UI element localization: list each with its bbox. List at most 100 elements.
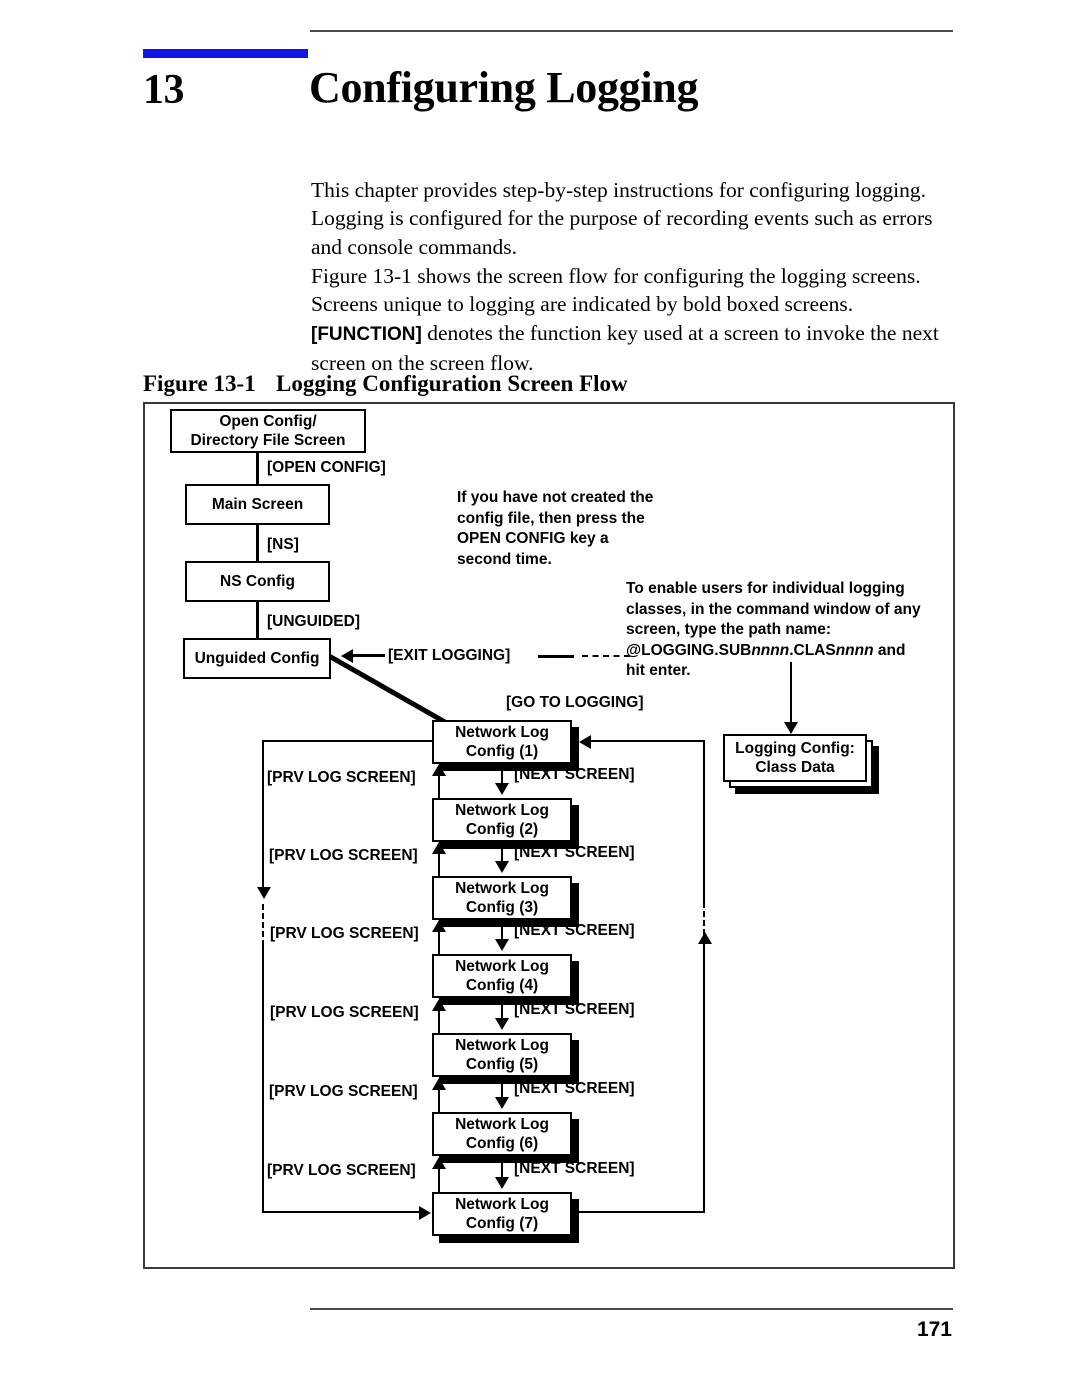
arrowhead-prv-4-3 (432, 920, 446, 932)
page-number: 171 (916, 1318, 952, 1341)
rail-left-vertical-dashed (262, 904, 264, 946)
edge-label-ns: [NS] (267, 536, 299, 553)
note2-path-mid: .CLAS (789, 641, 836, 659)
edge-label-exit-logging: [EXIT LOGGING] (388, 647, 511, 664)
box-netlog-4-subtitle: Config (4) (465, 977, 539, 994)
edge-label-prv-log-screen-3: [PRV LOG SCREEN] (270, 925, 419, 942)
edge-label-prv-log-screen-5: [PRV LOG SCREEN] (269, 1083, 418, 1100)
box-ns-config[interactable]: NS Config (185, 561, 330, 602)
note-enable-users-logging-classes: To enable users for individual logging c… (626, 579, 946, 682)
note2-line-last: hit enter. (626, 662, 691, 679)
connector-prv-3-2 (438, 853, 440, 878)
connector-prv-6-5 (438, 1089, 440, 1114)
box-logging-config-class-data[interactable]: Logging Config: Class Data (723, 734, 888, 810)
note2-path-post: and (873, 641, 906, 659)
connector-prv-5-4 (438, 1010, 440, 1035)
class-data-stack-layer-1: Logging Config: Class Data (723, 734, 867, 782)
box-class-data-line2: Class Data (755, 759, 835, 776)
edge-label-go-to-logging: [GO TO LOGGING] (506, 694, 644, 711)
rail-left-vertical-lower (262, 944, 264, 1212)
box-netlog-3-subtitle: Config (3) (465, 899, 539, 916)
box-netlog-1-title: Network Log (455, 724, 549, 741)
box-network-log-config-4[interactable]: Network Log Config (4) (432, 954, 572, 998)
box-network-log-config-3[interactable]: Network Log Config (3) (432, 876, 572, 920)
box-netlog-7-title: Network Log (455, 1196, 549, 1213)
intro-paragraph: This chapter provides step-by-step instr… (311, 178, 933, 259)
box-netlog-1-subtitle: Config (1) (465, 743, 539, 760)
box-network-log-config-2[interactable]: Network Log Config (2) (432, 798, 572, 842)
connector-prv-7-6 (438, 1168, 440, 1193)
box-unguided-config[interactable]: Unguided Config (183, 638, 331, 679)
rail-right-bottom-from-box7 (572, 1211, 705, 1213)
chapter-number: 13 (143, 67, 185, 113)
box-network-log-config-6[interactable]: Network Log Config (6) (432, 1112, 572, 1156)
box-network-log-config-7[interactable]: Network Log Config (7) (432, 1192, 572, 1236)
figure-screen-flow-diagram: Open Config/ Directory File Screen [OPEN… (143, 402, 955, 1269)
arrowhead-next-screen-2-3 (495, 861, 509, 873)
rail-right-vertical-lower (703, 944, 705, 1212)
box-open-config-line1: Open Config/ (219, 413, 317, 430)
rail-right-top-into-box1 (591, 740, 704, 742)
box-class-data-line1: Logging Config: (735, 740, 855, 757)
box-main-screen[interactable]: Main Screen (185, 484, 330, 525)
arrowhead-prv-7-6 (432, 1157, 446, 1169)
edge-label-prv-log-screen-2: [PRV LOG SCREEN] (269, 847, 418, 864)
box-netlog-2-title: Network Log (455, 802, 549, 819)
box-unguided-config-label: Unguided Config (194, 650, 320, 667)
note1-line-3: OPEN CONFIG key a (457, 530, 609, 547)
edge-label-unguided: [UNGUIDED] (267, 613, 360, 630)
box-network-log-config-5[interactable]: Network Log Config (5) (432, 1033, 572, 1077)
note2-line-2: classes, in the command window of any (626, 600, 921, 618)
box-network-log-config-1[interactable]: Network Log Config (1) (432, 720, 572, 764)
figure-intro-text-before: Figure 13-1 shows the screen flow for co… (311, 264, 921, 317)
note1-line-2: config file, then press the (457, 509, 645, 527)
arrowhead-next-screen-6-7 (495, 1177, 509, 1189)
edge-label-next-screen-4: [NEXT SCREEN] (514, 1001, 635, 1018)
connector-next-screen-6-7 (501, 1156, 503, 1178)
note2-path-line: @LOGGING.SUBnnnn.CLASnnnn and (626, 641, 946, 662)
rail-left-vertical-upper (262, 740, 264, 890)
figure-caption: Figure 13-1 Logging Configuration Screen … (143, 370, 953, 397)
edge-label-prv-log-screen-1: [PRV LOG SCREEN] (267, 769, 416, 786)
edge-label-next-screen-5: [NEXT SCREEN] (514, 1080, 635, 1097)
edge-label-next-screen-6: [NEXT SCREEN] (514, 1160, 635, 1177)
arrowhead-next-screen-1-2 (495, 783, 509, 795)
box-open-config-line2: Directory File Screen (190, 432, 346, 449)
note2-line-1: To enable users for individual logging (626, 580, 905, 597)
arrowhead-prv-6-5 (432, 1078, 446, 1090)
box-netlog-2-subtitle: Config (2) (465, 821, 539, 838)
note2-leader-solid (538, 655, 574, 658)
figure-label: Figure 13-1 (143, 371, 256, 396)
note2-line-3: screen, type the path name: (626, 621, 832, 638)
arrowhead-rail-right-lower (698, 932, 712, 944)
box-main-screen-label: Main Screen (211, 496, 304, 513)
arrowhead-rail-left-upper (257, 887, 271, 899)
box-netlog-5-subtitle: Config (5) (465, 1056, 539, 1073)
edge-label-next-screen-3: [NEXT SCREEN] (514, 922, 635, 939)
arrowhead-prv-2-1 (432, 764, 446, 776)
box-netlog-5-title: Network Log (455, 1037, 549, 1054)
box-netlog-6-title: Network Log (455, 1116, 549, 1133)
chapter-accent-bar (143, 49, 308, 58)
box-open-config-directory-file-screen[interactable]: Open Config/ Directory File Screen (170, 409, 366, 453)
box-netlog-7-subtitle: Config (7) (465, 1215, 539, 1232)
note2-path-italic-2: nnnn (835, 641, 874, 659)
box-netlog-3-title: Network Log (455, 880, 549, 897)
arrowhead-next-screen-5-6 (495, 1097, 509, 1109)
edge-label-prv-log-screen-4: [PRV LOG SCREEN] (270, 1004, 419, 1021)
box-ns-config-label: NS Config (220, 573, 295, 590)
box-netlog-4-title: Network Log (455, 958, 549, 975)
note1-line-4: second time. (457, 550, 552, 568)
note2-path-italic-1: nnnn (751, 641, 790, 659)
edge-label-prv-log-screen-6: [PRV LOG SCREEN] (267, 1162, 416, 1179)
edge-label-open-config: [OPEN CONFIG] (267, 459, 386, 476)
connector-ns-to-unguided (256, 601, 259, 640)
connector-next-screen-4-5 (501, 998, 503, 1020)
note-open-config-twice: If you have not created the config file,… (457, 488, 687, 570)
page-title: Configuring Logging (309, 63, 699, 112)
edge-label-next-screen-1: [NEXT SCREEN] (514, 766, 635, 783)
note1-line-1: If you have not created the (457, 489, 654, 506)
connector-next-screen-5-6 (501, 1077, 503, 1099)
arrowhead-class-data (784, 722, 798, 734)
rail-right-vertical-upper (703, 740, 705, 904)
